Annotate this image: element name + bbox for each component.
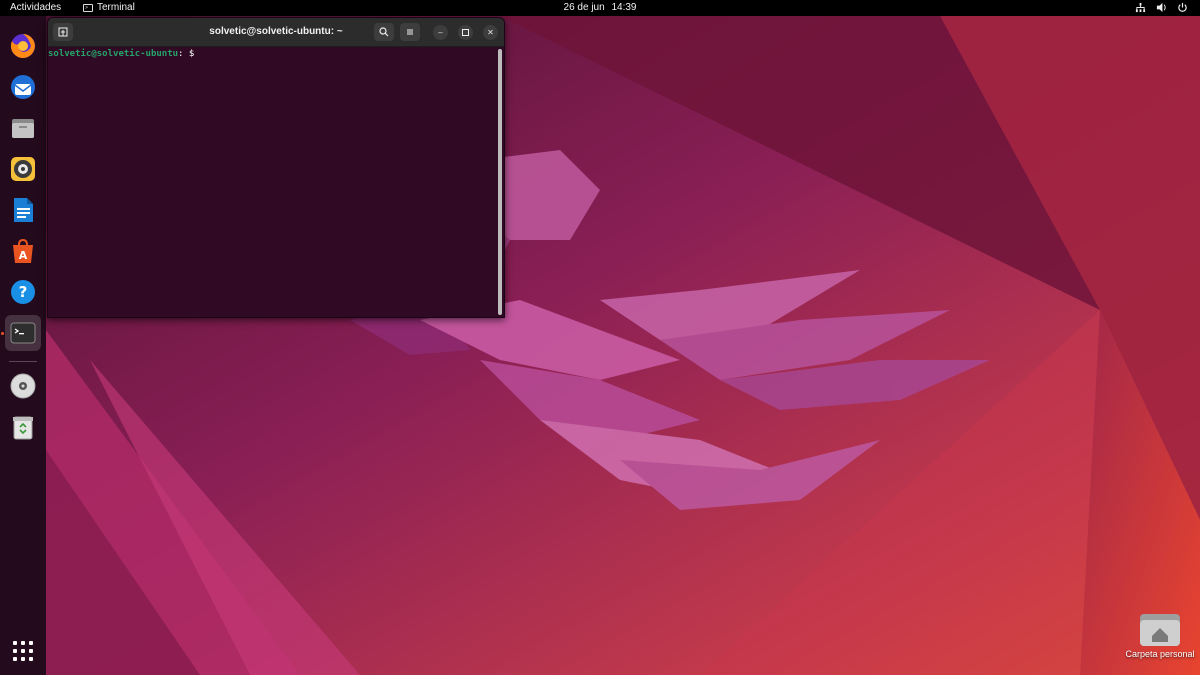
apps-grid-icon[interactable] (13, 641, 33, 661)
prompt-line: solvetic@solvetic-ubuntu: $ (48, 49, 194, 59)
maximize-icon (462, 29, 469, 36)
volume-icon (1156, 2, 1166, 13)
hamburger-menu-icon (407, 29, 413, 35)
home-folder-label: Carpeta personal (1125, 649, 1195, 659)
network-icon (1135, 2, 1146, 13)
desktop-home-folder[interactable]: Carpeta personal (1120, 608, 1200, 668)
dock-item-help[interactable]: ? (5, 274, 41, 310)
maximize-button[interactable] (458, 25, 473, 40)
terminal-header-bar[interactable]: solvetic@solvetic-ubuntu: ~ – ✕ (48, 18, 504, 47)
dock-separator (9, 361, 37, 362)
terminal-icon (10, 322, 36, 344)
dock-item-rhythmbox[interactable] (5, 151, 41, 187)
home-folder-icon (1140, 614, 1180, 646)
trash-icon (13, 416, 33, 440)
help-icon: ? (11, 280, 35, 304)
terminal-window[interactable]: solvetic@solvetic-ubuntu: ~ – ✕ solvetic… (47, 17, 505, 318)
clock-date: 26 de jun (563, 2, 605, 13)
writer-icon (14, 198, 33, 222)
terminal-scrollbar[interactable] (498, 49, 502, 315)
minimize-button[interactable]: – (433, 25, 448, 40)
top-bar: Actividades > Terminal 26 de jun 14:39 (0, 0, 1200, 16)
svg-text:?: ? (19, 283, 28, 301)
disc-icon (10, 373, 36, 399)
prompt-user: solvetic@solvetic-ubuntu (48, 49, 179, 59)
dock-item-ubuntu-software[interactable]: A (5, 233, 41, 269)
dock-item-firefox[interactable] (5, 28, 41, 64)
clock-time: 14:39 (611, 2, 637, 13)
close-button[interactable]: ✕ (483, 25, 498, 40)
dock-item-files[interactable] (5, 110, 41, 146)
files-icon (12, 119, 34, 138)
dock-item-disc[interactable] (5, 368, 41, 404)
software-icon: A (13, 238, 33, 263)
search-icon (379, 27, 389, 37)
terminal-body[interactable]: solvetic@solvetic-ubuntu: $ (48, 47, 504, 317)
dock-item-terminal[interactable] (5, 315, 41, 351)
dock: A ? (0, 16, 46, 675)
search-button[interactable] (374, 23, 394, 41)
dock-item-libreoffice-writer[interactable] (5, 192, 41, 228)
prompt-dollar: $ (188, 49, 195, 59)
system-tray[interactable] (1135, 2, 1188, 13)
rhythmbox-icon (11, 157, 35, 181)
clock[interactable]: 26 de jun 14:39 (0, 2, 1200, 13)
svg-text:A: A (19, 249, 28, 262)
menu-button[interactable] (400, 23, 420, 41)
running-indicator (1, 332, 4, 335)
thunderbird-icon (11, 75, 35, 99)
firefox-icon (10, 34, 35, 58)
dock-item-thunderbird[interactable] (5, 69, 41, 105)
dock-item-trash[interactable] (5, 409, 41, 445)
power-icon (1178, 2, 1187, 12)
